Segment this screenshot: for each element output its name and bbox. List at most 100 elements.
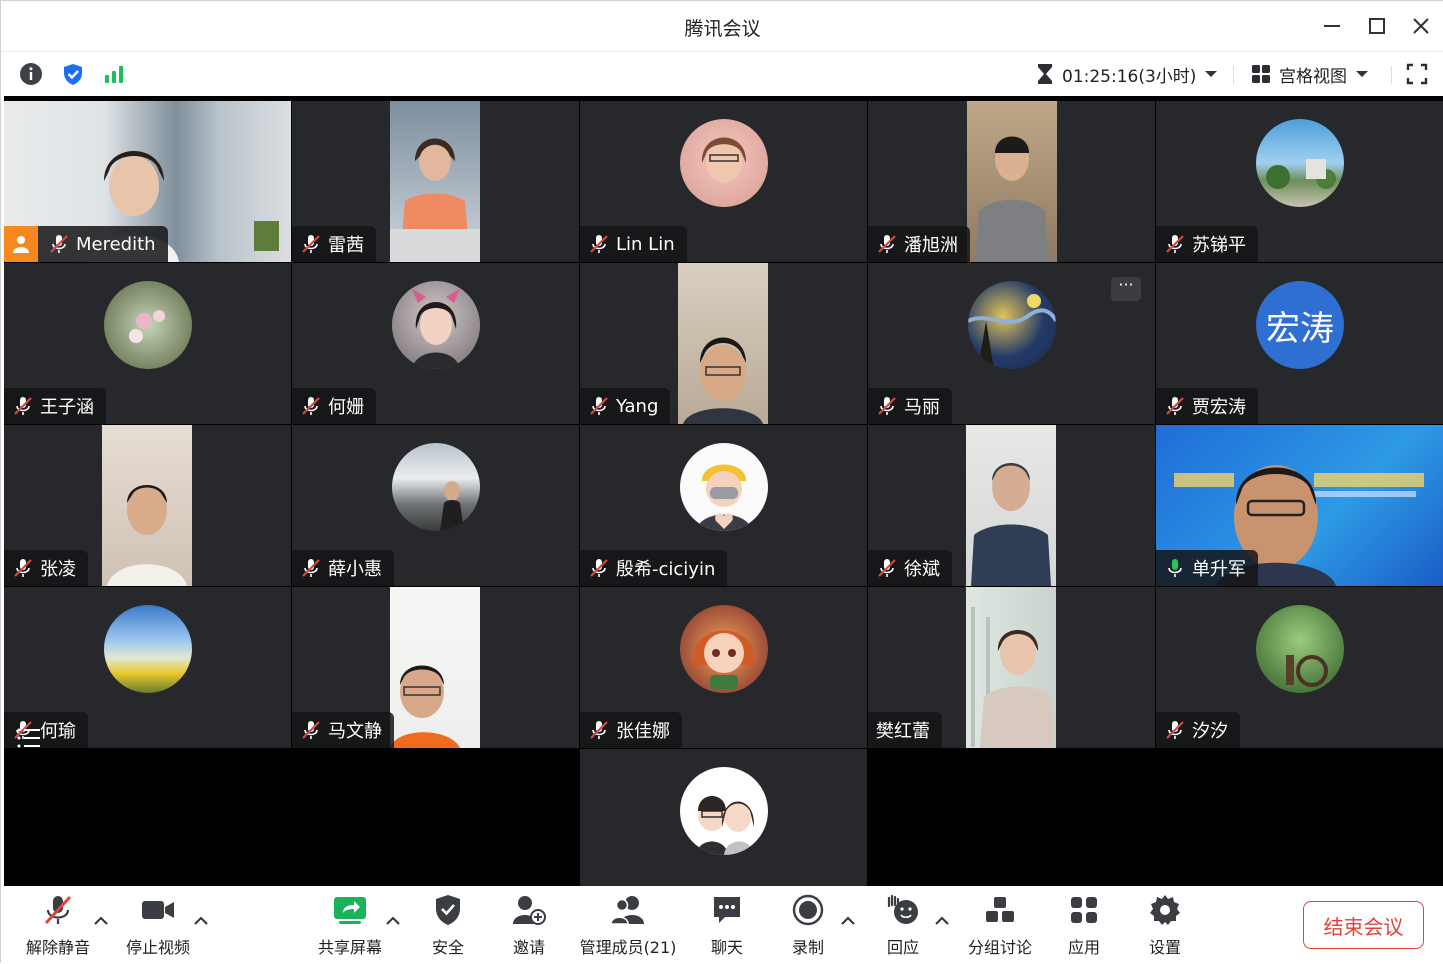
shield-check-icon [64,64,82,85]
maximize-button[interactable] [1362,11,1392,41]
mic-muted-icon [590,721,608,739]
participant-tile[interactable]: 何姗 [292,263,579,424]
participant-avatar [680,605,768,693]
person-silhouette [390,138,480,262]
participant-name: Yang [616,395,659,417]
participant-tile[interactable]: Meredith [4,101,291,262]
chevron-down-icon [1356,71,1368,77]
participant-avatar [104,605,192,693]
participant-tile[interactable]: 张凌 [4,425,291,586]
participant-name-tag: Yang [580,388,671,424]
participant-tile[interactable]: 汐汐 [1156,587,1443,748]
mic-muted-icon [14,397,32,415]
mic-muted-icon [590,235,608,253]
participant-tile[interactable]: Lin Lin [580,101,867,262]
invite-button[interactable]: 邀请 [479,892,579,958]
chevron-up-icon[interactable] [93,914,109,926]
mic-muted-icon [590,397,608,415]
participant-tile-active-speaker[interactable]: 单升军 [1156,425,1443,586]
participant-name: 樊红蕾 [876,721,930,742]
participant-name: 何姗 [328,397,364,418]
gear-icon [1150,895,1180,925]
view-mode-dropdown[interactable]: 宫格视图 [1251,62,1369,87]
participant-avatar [1256,605,1344,693]
participant-tile[interactable]: 宏涛 贾宏涛 [1156,263,1443,424]
participant-tile[interactable]: 张佳娜 [580,587,867,748]
participant-name-tag: 单升军 [1156,550,1258,586]
manage-members-label: 管理成员(21) [579,938,677,957]
participant-tile[interactable]: 薛小惠 [292,425,579,586]
participant-name: 雷茜 [328,235,364,256]
participant-name: 汐汐 [1192,721,1228,742]
close-button[interactable] [1406,11,1436,41]
meeting-info-button[interactable] [19,62,43,86]
divider [1391,66,1392,84]
participant-tile[interactable]: Yang [580,263,867,424]
tile-more-button[interactable]: ··· [1111,277,1141,301]
person-silhouette [971,463,1051,586]
mic-muted-icon [1166,721,1184,739]
minimize-button[interactable] [1317,11,1347,41]
participant-video [102,425,192,586]
avatar-initials: 宏涛 [1266,308,1334,349]
signal-bars-icon [105,66,123,83]
person-silhouette [390,665,460,748]
emoji-hand-icon [887,894,918,924]
participant-tile[interactable]: 王子涵 [4,263,291,424]
participant-tile[interactable] [580,749,867,886]
person-silhouette [683,337,763,424]
settings-button[interactable]: 设置 [1115,892,1215,958]
manage-members-button[interactable]: 管理成员(21) [578,892,678,958]
participant-tile[interactable]: 马文静 [292,587,579,748]
participant-name-tag: 王子涵 [4,388,106,424]
share-screen-label: 共享屏幕 [317,938,382,957]
participant-name-tag: 徐斌 [868,550,952,586]
meeting-window: 腾讯会议 01:25:16(3小时) 宫格视图 Meredith 雷茜 Lin … [0,0,1443,964]
list-menu-icon[interactable] [16,726,42,748]
participant-tile[interactable]: 徐斌 [868,425,1155,586]
minimize-icon [1324,25,1340,27]
participant-name: 苏锑平 [1192,235,1246,256]
avatar-photo [1266,159,1336,189]
apps-grid-icon [1071,897,1097,923]
participant-tile[interactable]: 潘旭洲 [868,101,1155,262]
security-status-button[interactable] [61,62,85,86]
participant-name: 马丽 [904,397,940,418]
mic-muted-icon [14,559,32,577]
participant-name: 殷希-ciciyin [616,559,716,580]
members-icon [610,896,644,925]
participant-name-tag: 苏锑平 [1156,226,1258,262]
participant-tile[interactable]: 樊红蕾 [868,587,1155,748]
avatar-photo [1286,655,1328,687]
participant-name-tag: 马丽 [868,388,952,424]
mic-muted-icon [1166,235,1184,253]
mic-muted-icon [50,235,68,253]
participant-avatar [392,443,480,531]
participant-tile[interactable]: 苏锑平 [1156,101,1443,262]
participant-avatar [104,281,192,369]
person-silhouette [975,136,1049,262]
end-meeting-button[interactable]: 结束会议 [1303,901,1424,949]
shield-icon [436,895,460,925]
participant-tile[interactable]: 雷茜 [292,101,579,262]
chevron-up-icon[interactable] [193,914,209,926]
participant-tile[interactable]: 何瑜 [4,587,291,748]
network-status-button[interactable] [102,62,126,86]
add-user-icon [513,896,546,925]
mic-muted-icon [44,895,72,925]
participant-tile[interactable]: 殷希-ciciyin [580,425,867,586]
participant-name-tag: 张凌 [4,550,88,586]
fullscreen-icon [1406,63,1428,85]
chevron-down-icon [1205,71,1218,77]
avatar-photo [440,481,464,531]
participant-tile[interactable]: ··· 马丽 [868,263,1155,424]
participant-name: 马文静 [328,721,382,742]
chevron-up-icon[interactable] [934,914,950,926]
participant-avatar [968,281,1056,369]
divider [1233,66,1234,84]
meeting-timer[interactable]: 01:25:16(3小时) [1036,62,1218,87]
fullscreen-button[interactable] [1405,62,1429,86]
hourglass-icon [1038,64,1052,84]
participant-name-tag: 潘旭洲 [868,226,970,262]
chat-label: 聊天 [710,938,743,957]
